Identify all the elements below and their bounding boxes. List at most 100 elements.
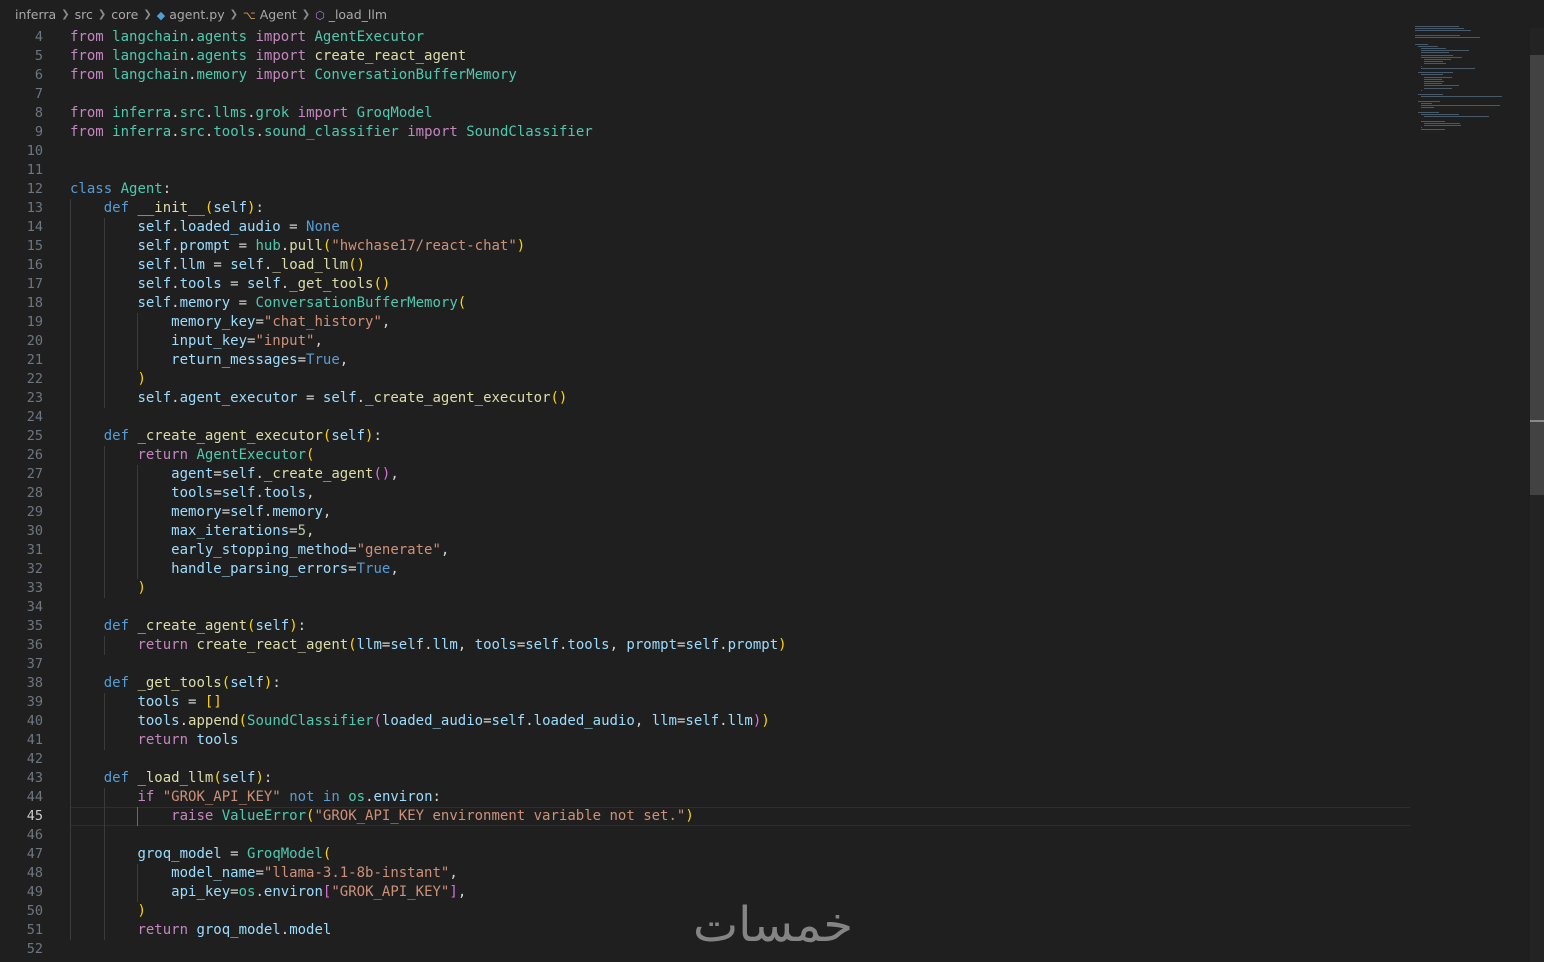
code-line[interactable]: from langchain.agents import create_reac…: [70, 47, 1530, 66]
code-line[interactable]: self.memory = ConversationBufferMemory(: [70, 294, 1530, 313]
code-line[interactable]: return tools: [70, 731, 1530, 750]
watermark-logo: خمسات: [692, 897, 854, 953]
code-line[interactable]: [70, 655, 1530, 674]
code-token: :: [272, 675, 281, 691]
code-line[interactable]: def _create_agent(self):: [70, 617, 1530, 636]
code-token: src: [179, 124, 205, 140]
code-line[interactable]: self.prompt = hub.pull("hwchase17/react-…: [70, 237, 1530, 256]
line-number: 43: [26, 770, 43, 786]
code-area[interactable]: from langchain. agents import AgentExecut…: [70, 28, 1530, 959]
code-line[interactable]: [70, 142, 1530, 161]
code-line[interactable]: input_key="input",: [70, 332, 1530, 351]
line-number: 34: [26, 599, 43, 615]
code-line[interactable]: def _load_llm(self):: [70, 769, 1530, 788]
minimap-line: [1418, 100, 1441, 102]
minimap-line: [1424, 87, 1453, 89]
code-line[interactable]: [70, 750, 1530, 769]
code-token: (): [550, 390, 568, 406]
breadcrumb-item[interactable]: ⬡ _load_llm: [315, 7, 387, 22]
code-line[interactable]: [70, 826, 1530, 845]
code-token: =: [213, 466, 222, 482]
code-line[interactable]: def _get_tools(self):: [70, 674, 1530, 693]
code-token: .: [171, 390, 180, 406]
line-number: 24: [26, 409, 43, 425]
code-token: handle_parsing_errors: [171, 561, 349, 577]
code-token: =: [255, 865, 264, 881]
code-token: self: [525, 637, 559, 653]
code-line[interactable]: from inferra.src.tools.sound_classifier …: [70, 123, 1530, 142]
code-line[interactable]: ): [70, 579, 1530, 598]
code-token: True: [356, 561, 391, 577]
indent-guide: [103, 788, 105, 940]
code-line[interactable]: ): [70, 370, 1530, 389]
code-token: from: [70, 105, 104, 121]
code-line[interactable]: from inferra.src.llms.grok import GroqMo…: [70, 104, 1530, 123]
code-line[interactable]: self.llm = self._load_llm(): [70, 256, 1530, 275]
code-token: "llama-3.1-8b-instant": [263, 865, 450, 881]
breadcrumb-item[interactable]: inferra: [15, 7, 56, 22]
code-token: loaded_audio: [179, 219, 281, 235]
minimap[interactable]: [1415, 26, 1525, 146]
code-token: .: [365, 789, 374, 805]
code-line[interactable]: [70, 598, 1530, 617]
line-number: 52: [26, 941, 43, 957]
code-token: =: [179, 694, 205, 710]
line-number: 19: [26, 314, 43, 330]
breadcrumb-item[interactable]: ⌥ Agent: [243, 7, 297, 22]
code-line[interactable]: return AgentExecutor(: [70, 446, 1530, 465]
code-token: self: [221, 466, 256, 482]
code-token: environ: [373, 789, 433, 805]
code-line[interactable]: max_iterations=5,: [70, 522, 1530, 541]
code-token: ): [289, 618, 298, 634]
code-line[interactable]: class Agent:: [70, 180, 1530, 199]
code-token: self: [221, 485, 256, 501]
line-number: 31: [26, 542, 43, 558]
code-line[interactable]: self.loaded_audio = None: [70, 218, 1530, 237]
code-token: ,: [390, 561, 399, 577]
code-token: .: [171, 105, 180, 121]
code-line[interactable]: def __init__(self):: [70, 199, 1530, 218]
code-line[interactable]: [70, 408, 1530, 427]
line-number: 29: [26, 504, 43, 520]
code-token: Agent: [120, 181, 163, 197]
breadcrumb-item[interactable]: src: [75, 7, 93, 22]
breadcrumb-item[interactable]: core: [111, 7, 138, 22]
code-line[interactable]: self.agent_executor = self._create_agent…: [70, 389, 1530, 408]
code-token: _create_agent_executor: [137, 428, 323, 444]
code-line[interactable]: model_name="llama-3.1-8b-instant",: [70, 864, 1530, 883]
code-line[interactable]: tools = []: [70, 693, 1530, 712]
code-line[interactable]: tools=self.tools,: [70, 484, 1530, 503]
code-token: self: [331, 428, 366, 444]
code-line[interactable]: self.tools = self._get_tools(): [70, 275, 1530, 294]
code-token: (: [306, 808, 315, 824]
class-symbol-icon: ⌥: [243, 8, 256, 22]
code-line[interactable]: return_messages=True,: [70, 351, 1530, 370]
code-line[interactable]: memory=self.memory,: [70, 503, 1530, 522]
code-token: .: [171, 238, 180, 254]
code-line[interactable]: memory_key="chat_history",: [70, 313, 1530, 332]
code-line[interactable]: raise ValueError("GROK_API_KEY environme…: [70, 807, 1530, 826]
code-token: ,: [440, 542, 450, 558]
code-line[interactable]: handle_parsing_errors=True,: [70, 560, 1530, 579]
code-token: "GROK_API_KEY": [331, 884, 450, 900]
code-token: .: [247, 105, 256, 121]
code-line[interactable]: agent=self._create_agent(),: [70, 465, 1530, 484]
code-line[interactable]: from langchain.memory import Conversatio…: [70, 66, 1530, 85]
scrollbar-thumb[interactable]: [1530, 55, 1544, 495]
code-token: self: [390, 637, 425, 653]
code-line[interactable]: return create_react_agent(llm=self.llm, …: [70, 636, 1530, 655]
code-line[interactable]: def _create_agent_executor(self):: [70, 427, 1530, 446]
code-line[interactable]: groq_model = GroqModel(: [70, 845, 1530, 864]
code-editor[interactable]: 4 5 6 7 8 9 10 11 12 13 14 15 16 17 18 19 20 21 22 23 24 25 26…: [0, 28, 1530, 962]
code-line[interactable]: from langchain.agents import AgentExecut…: [70, 28, 1530, 47]
breadcrumb-item[interactable]: ◆ agent.py: [157, 7, 225, 22]
code-token: .: [280, 238, 290, 254]
code-line[interactable]: tools.append(SoundClassifier(loaded_audi…: [70, 712, 1530, 731]
code-line[interactable]: if "GROK_API_KEY" not in os.environ:: [70, 788, 1530, 807]
code-token: =: [221, 846, 248, 862]
code-line[interactable]: early_stopping_method="generate",: [70, 541, 1530, 560]
minimap-line: [1415, 34, 1461, 36]
code-token: loaded_audio: [533, 713, 635, 729]
code-line[interactable]: [70, 161, 1530, 180]
code-line[interactable]: [70, 85, 1530, 104]
